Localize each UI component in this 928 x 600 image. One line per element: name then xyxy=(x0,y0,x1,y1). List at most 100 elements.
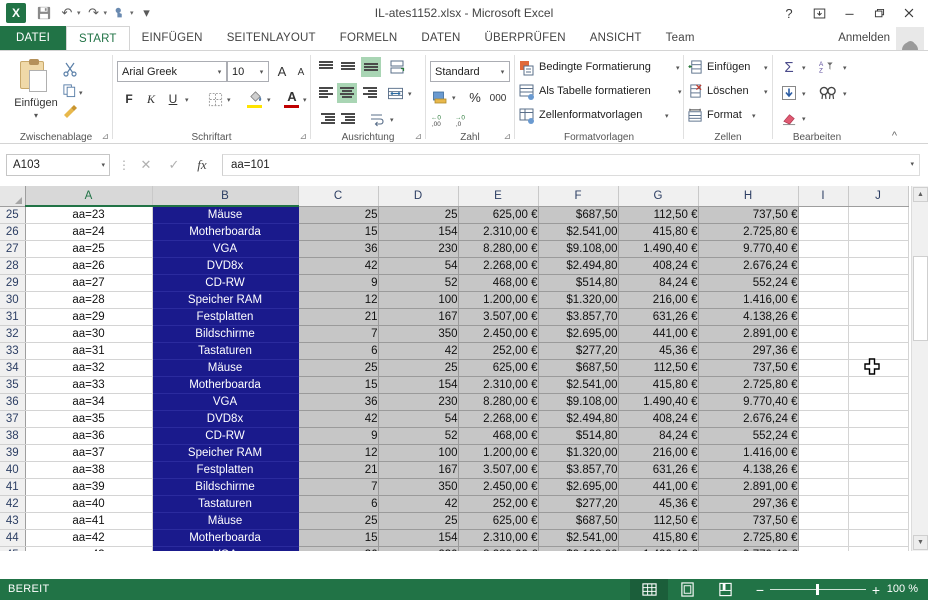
cell-b[interactable]: Mäuse xyxy=(152,512,299,530)
cell-f[interactable]: $1.320,00 xyxy=(538,291,619,309)
cell-a[interactable]: aa=23 xyxy=(25,206,153,224)
table-row[interactable]: 27 aa=25 VGA 36 230 8.280,00 € $9.108,00 1.490,… xyxy=(0,240,909,258)
cell-c[interactable]: 7 xyxy=(298,325,379,343)
name-box-caret-icon[interactable]: ▾ xyxy=(101,161,105,169)
format-cells-button[interactable]: Format ▾ xyxy=(688,107,756,125)
cell-d[interactable]: 100 xyxy=(378,291,459,309)
cell-b[interactable]: Mäuse xyxy=(152,206,299,224)
normal-view-icon[interactable] xyxy=(630,579,668,600)
cancel-entry-button[interactable]: ✕ xyxy=(132,157,160,173)
cell-b[interactable]: Bildschirme xyxy=(152,325,299,343)
wrap-text-icon[interactable] xyxy=(367,109,387,129)
cell-a[interactable]: aa=33 xyxy=(25,376,153,394)
cell-h[interactable]: 737,50 € xyxy=(698,359,799,377)
column-header-i[interactable]: I xyxy=(798,186,849,207)
cell-j[interactable] xyxy=(848,274,909,292)
cell-a[interactable]: aa=36 xyxy=(25,427,153,445)
number-dialog-launcher[interactable]: ⊿ xyxy=(503,131,511,142)
column-header-a[interactable]: A xyxy=(25,186,153,207)
cell-i[interactable] xyxy=(798,274,849,292)
cell-i[interactable] xyxy=(798,223,849,241)
clipboard-dialog-launcher[interactable]: ⊿ xyxy=(101,131,109,142)
paste-icon[interactable] xyxy=(18,59,54,95)
cell-j[interactable] xyxy=(848,206,909,224)
cell-h[interactable]: 4.138,26 € xyxy=(698,461,799,479)
cell-e[interactable]: 2.450,00 € xyxy=(458,478,539,496)
help-button[interactable]: ? xyxy=(774,0,804,26)
fill-color-icon[interactable] xyxy=(245,87,265,105)
cell-b[interactable]: Speicher RAM xyxy=(152,291,299,309)
cell-c[interactable]: 6 xyxy=(298,495,379,513)
collapse-ribbon-button[interactable]: ^ xyxy=(892,130,897,142)
cell-e[interactable]: 2.450,00 € xyxy=(458,325,539,343)
cell-h[interactable]: 2.725,80 € xyxy=(698,223,799,241)
cell-e[interactable]: 8.280,00 € xyxy=(458,240,539,258)
cell-a[interactable]: aa=37 xyxy=(25,444,153,462)
clear-caret-icon[interactable]: ▾ xyxy=(802,115,806,123)
cell-f[interactable]: $2.541,00 xyxy=(538,376,619,394)
align-middle-button[interactable] xyxy=(339,59,357,75)
cell-d[interactable]: 25 xyxy=(378,512,459,530)
cell-e[interactable]: 1.200,00 € xyxy=(458,291,539,309)
cell-i[interactable] xyxy=(798,461,849,479)
font-color-caret-icon[interactable]: ▾ xyxy=(303,96,307,104)
cell-j[interactable] xyxy=(848,240,909,258)
fill-caret-icon[interactable]: ▾ xyxy=(802,90,806,98)
cell-h[interactable]: 552,24 € xyxy=(698,427,799,445)
conditional-formatting-caret-icon[interactable]: ▾ xyxy=(676,64,680,72)
cell-j[interactable] xyxy=(848,529,909,547)
cell-i[interactable] xyxy=(798,308,849,326)
cell-h[interactable]: 552,24 € xyxy=(698,274,799,292)
font-name-combo[interactable]: Arial Greek ▾ xyxy=(117,61,227,82)
cell-e[interactable]: 3.507,00 € xyxy=(458,308,539,326)
row-header[interactable]: 40 xyxy=(0,461,26,479)
cell-g[interactable]: 216,00 € xyxy=(618,291,699,309)
cell-i[interactable] xyxy=(798,359,849,377)
tab-ansicht[interactable]: ANSICHT xyxy=(578,26,654,50)
row-header[interactable]: 32 xyxy=(0,325,26,343)
cell-e[interactable]: 468,00 € xyxy=(458,274,539,292)
table-row[interactable]: 30 aa=28 Speicher RAM 12 100 1.200,00 € $1.320… xyxy=(0,291,909,309)
cell-j[interactable] xyxy=(848,393,909,411)
cell-j[interactable] xyxy=(848,410,909,428)
cell-i[interactable] xyxy=(798,495,849,513)
cell-i[interactable] xyxy=(798,376,849,394)
row-header[interactable]: 38 xyxy=(0,427,26,445)
cell-b[interactable]: Festplatten xyxy=(152,461,299,479)
align-center-button[interactable] xyxy=(337,83,357,103)
zoom-out-button[interactable]: − xyxy=(750,582,770,598)
font-dialog-launcher[interactable]: ⊿ xyxy=(299,131,307,142)
decrease-decimal-icon[interactable]: →0,0 xyxy=(454,110,476,128)
cell-i[interactable] xyxy=(798,512,849,530)
tab-seitenlayout[interactable]: SEITENLAYOUT xyxy=(215,26,328,50)
cell-c[interactable]: 15 xyxy=(298,376,379,394)
insert-function-button[interactable]: fx xyxy=(188,157,216,173)
cell-e[interactable]: 468,00 € xyxy=(458,427,539,445)
cell-j[interactable] xyxy=(848,495,909,513)
sort-filter-icon[interactable]: AZ xyxy=(817,57,841,77)
tab-start[interactable]: START xyxy=(66,26,130,50)
table-row[interactable]: 39 aa=37 Speicher RAM 12 100 1.200,00 € $1.320… xyxy=(0,444,909,462)
scroll-up-arrow-icon[interactable]: ▲ xyxy=(913,187,928,202)
spreadsheet-grid[interactable]: A B C D E F G H I J 25 aa=23 Mäuse 25 25 625,… xyxy=(0,186,928,551)
cell-g[interactable]: 112,50 € xyxy=(618,512,699,530)
cell-c[interactable]: 15 xyxy=(298,223,379,241)
wrap-text-caret-icon[interactable]: ▾ xyxy=(390,116,394,124)
zoom-slider-knob[interactable] xyxy=(816,584,819,595)
cell-h[interactable]: 9.770,40 € xyxy=(698,240,799,258)
cell-j[interactable] xyxy=(848,325,909,343)
format-as-table-button[interactable]: Als Tabelle formatieren ▾ xyxy=(519,83,682,101)
cell-e[interactable]: 2.310,00 € xyxy=(458,529,539,547)
cell-i[interactable] xyxy=(798,240,849,258)
row-header[interactable]: 37 xyxy=(0,410,26,428)
cell-b[interactable]: VGA xyxy=(152,393,299,411)
cell-a[interactable]: aa=29 xyxy=(25,308,153,326)
comma-style-button[interactable]: 000 xyxy=(486,89,510,107)
name-box[interactable]: A103 ▾ xyxy=(6,154,110,176)
font-name-caret-icon[interactable]: ▾ xyxy=(213,68,226,76)
row-header[interactable]: 29 xyxy=(0,274,26,292)
cell-h[interactable]: 2.676,24 € xyxy=(698,257,799,275)
cell-e[interactable]: 252,00 € xyxy=(458,495,539,513)
cell-e[interactable]: 2.310,00 € xyxy=(458,223,539,241)
cell-c[interactable]: 21 xyxy=(298,308,379,326)
